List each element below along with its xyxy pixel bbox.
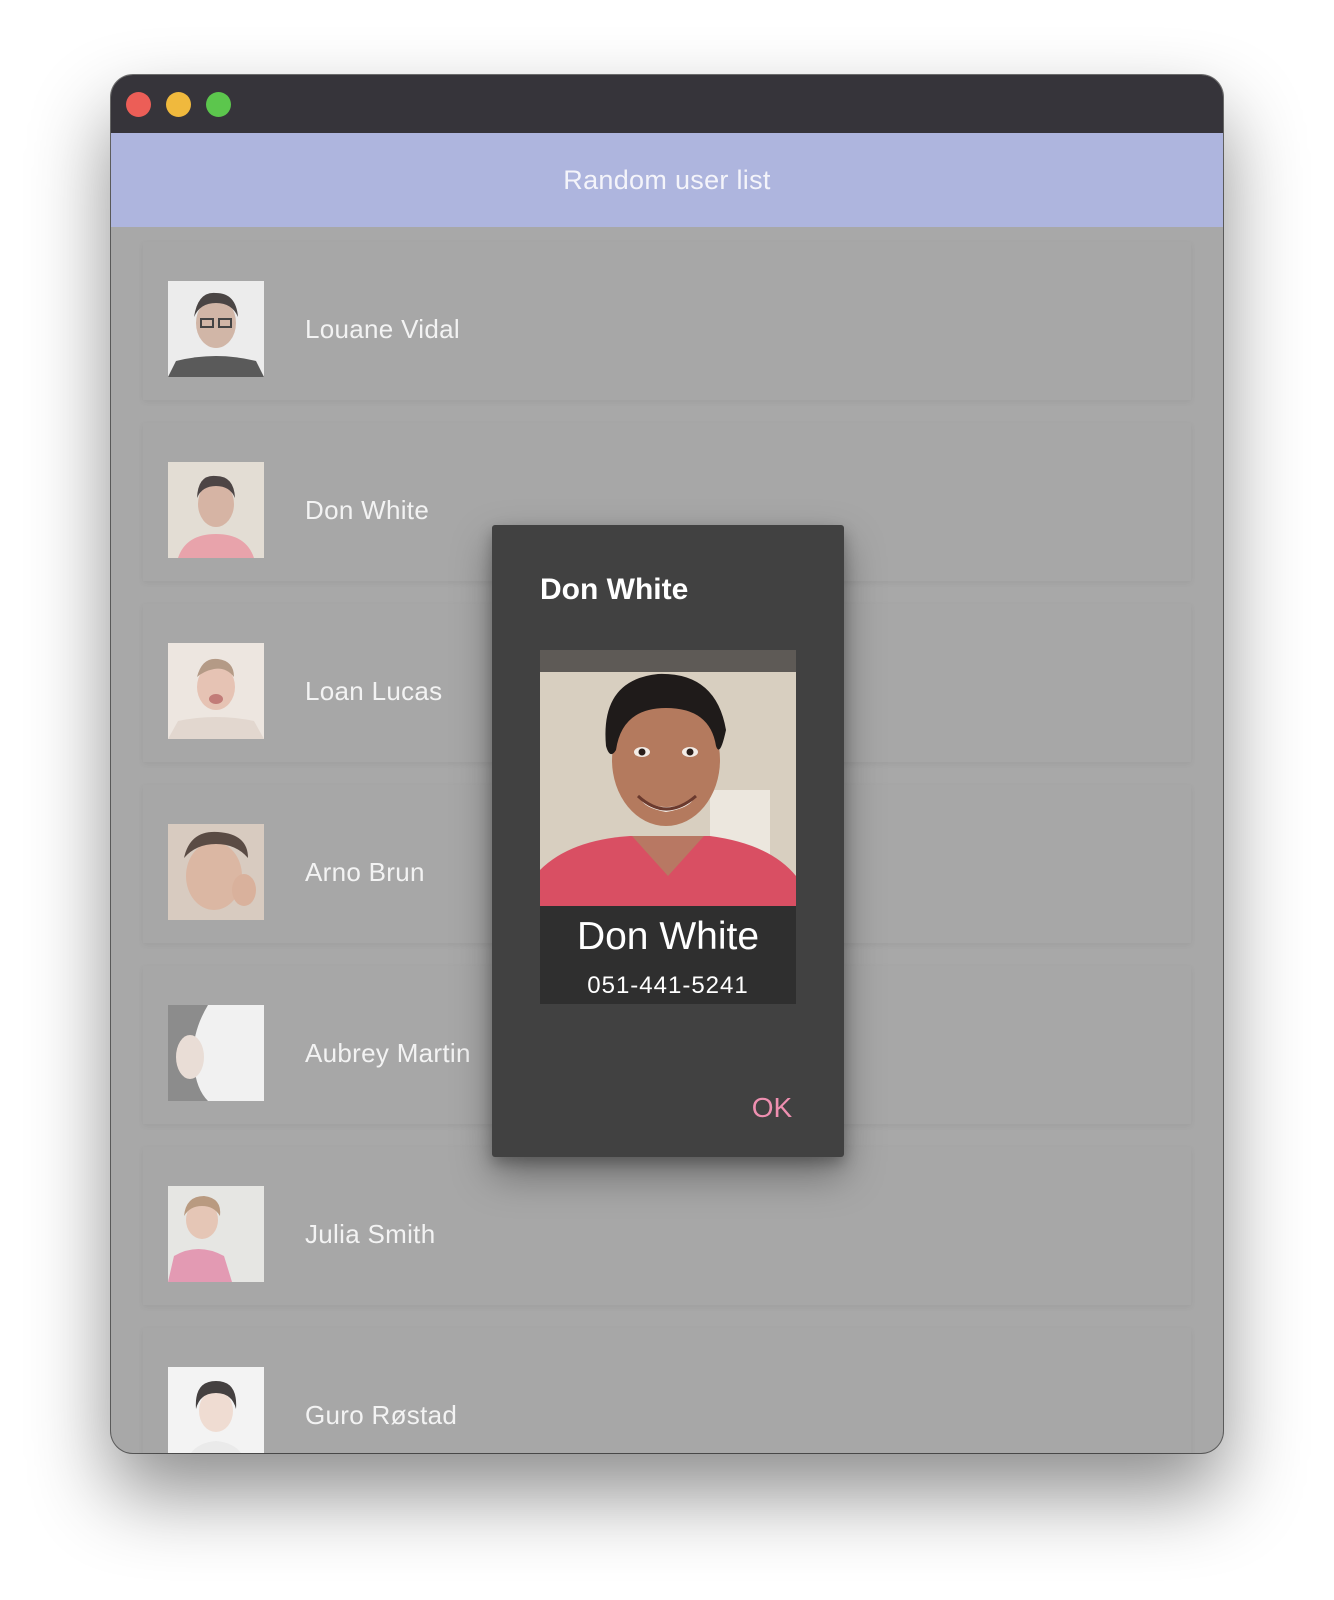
- close-window-button[interactable]: [126, 92, 151, 117]
- user-avatar: [168, 281, 264, 377]
- dialog-title: Don White: [540, 573, 689, 606]
- user-name: Arno Brun: [305, 857, 425, 887]
- user-avatar: [168, 643, 264, 739]
- window-titlebar: [111, 75, 1223, 133]
- user-name: Louane Vidal: [305, 314, 460, 344]
- ok-button[interactable]: OK: [732, 1085, 812, 1131]
- user-name: Aubrey Martin: [305, 1038, 471, 1068]
- user-detail-dialog: Don White Don White 051-441-5241 OK: [492, 525, 844, 1157]
- user-name: Julia Smith: [305, 1219, 436, 1249]
- user-avatar: [168, 1186, 264, 1282]
- user-name: Loan Lucas: [305, 676, 443, 706]
- card-user-name: Don White: [576, 915, 760, 958]
- user-name: Guro Røstad: [305, 1400, 458, 1430]
- app-bar-title: Random user list: [563, 164, 771, 195]
- user-photo: [540, 650, 796, 906]
- user-list-item[interactable]: Louane Vidal: [143, 242, 1191, 400]
- user-avatar: [168, 824, 264, 920]
- user-list-item[interactable]: Guro Røstad: [143, 1328, 1191, 1453]
- user-avatar: [168, 1367, 264, 1453]
- zoom-window-button[interactable]: [206, 92, 231, 117]
- user-avatar: [168, 462, 264, 558]
- user-name: Don White: [305, 495, 430, 525]
- app-bar: Random user list: [111, 133, 1223, 227]
- user-avatar: [168, 1005, 264, 1101]
- user-list-item[interactable]: Julia Smith: [143, 1147, 1191, 1305]
- app-window: Random user list Louane Vidal Don White …: [111, 75, 1223, 1453]
- card-user-phone: 051-441-5241: [587, 972, 749, 999]
- minimize-window-button[interactable]: [166, 92, 191, 117]
- user-card: Don White 051-441-5241: [540, 650, 796, 1004]
